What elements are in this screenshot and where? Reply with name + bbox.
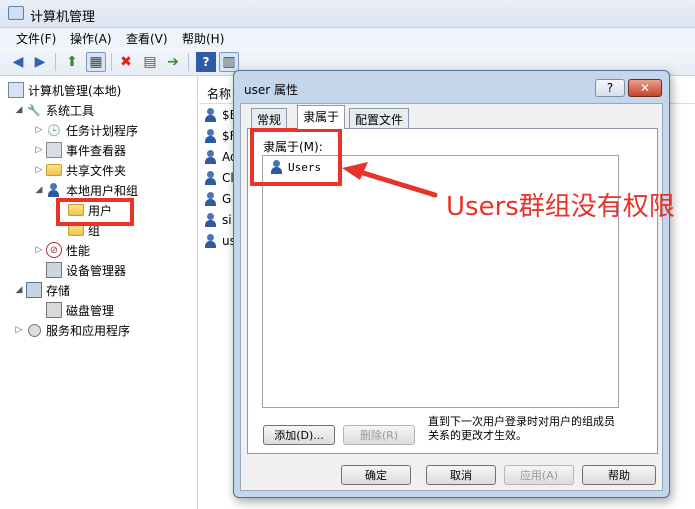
user-icon xyxy=(203,128,219,144)
tree-node-root[interactable]: 计算机管理(本地) xyxy=(8,81,121,99)
view-icon[interactable]: ▥ xyxy=(219,52,239,72)
tree-node-event-viewer[interactable]: ▷ 事件查看器 xyxy=(34,141,126,159)
device-manager-icon xyxy=(46,262,62,278)
tree-node-task-scheduler[interactable]: ▷ 🕒 任务计划程序 xyxy=(34,121,138,139)
user-icon xyxy=(203,212,219,228)
user-icon xyxy=(203,191,219,207)
dialog-help-button[interactable]: ? xyxy=(595,79,625,97)
user-icon xyxy=(203,107,219,123)
tree-node-label: 磁盘管理 xyxy=(66,303,115,318)
tree-node-system-tools[interactable]: ◢ 🔧 系统工具 xyxy=(14,101,94,119)
list-item-label: G xyxy=(222,192,232,206)
membership-note: 直到下一次用户登录时对用户的组成员关系的更改才生效。 xyxy=(428,415,615,442)
tree-node-label: 本地用户和组 xyxy=(66,183,139,198)
annotation-arrow-shaft xyxy=(357,169,438,198)
list-item[interactable]: $F xyxy=(203,127,237,145)
dialog-close-button[interactable]: ✕ xyxy=(628,79,662,97)
expanded-arrow-icon[interactable]: ◢ xyxy=(34,185,44,195)
dialog-title: user 属性 xyxy=(244,83,298,97)
computer-icon xyxy=(8,82,24,98)
tree-node-shared-folders[interactable]: ▷ 共享文件夹 xyxy=(34,161,126,179)
toolbar-divider xyxy=(188,53,189,71)
tree-node-services-apps[interactable]: ▷ 服务和应用程序 xyxy=(14,321,130,339)
tree-node-device-manager[interactable]: 设备管理器 xyxy=(46,261,126,279)
tree-node-label: 计算机管理(本地) xyxy=(28,83,122,98)
menu-action[interactable]: 操作(A) xyxy=(68,30,114,47)
remove-button[interactable]: 删除(R) xyxy=(343,425,415,445)
up-icon[interactable]: ⬆ xyxy=(62,52,82,72)
tree-node-label: 事件查看器 xyxy=(66,143,127,158)
cancel-button[interactable]: 取消 xyxy=(426,465,496,485)
tab-profile[interactable]: 配置文件 xyxy=(349,108,410,128)
list-item-label: si xyxy=(222,213,232,227)
help-icon[interactable]: ? xyxy=(196,52,216,72)
storage-icon xyxy=(26,282,42,298)
annotation-text: Users群组没有权限 xyxy=(446,192,675,222)
help-button[interactable]: 帮助 xyxy=(582,465,656,485)
show-hide-tree-icon[interactable]: ▦ xyxy=(86,52,106,72)
toolbar-divider xyxy=(111,53,112,71)
event-viewer-icon xyxy=(46,142,62,158)
computer-management-icon xyxy=(8,6,24,20)
menu-view[interactable]: 查看(V) xyxy=(124,30,170,47)
tree-node-label: 服务和应用程序 xyxy=(46,323,131,338)
window-title: 计算机管理 xyxy=(30,10,96,25)
annotation-box-users-node xyxy=(56,198,134,226)
collapsed-arrow-icon[interactable]: ▷ xyxy=(34,145,44,155)
tab-member-of[interactable]: 隶属于 xyxy=(297,105,346,129)
shared-folder-icon xyxy=(46,164,62,176)
properties-icon[interactable]: ▤ xyxy=(140,52,160,72)
services-icon xyxy=(27,323,41,337)
list-item[interactable]: si xyxy=(203,211,232,229)
tree-node-label: 设备管理器 xyxy=(66,263,127,278)
tools-icon: 🔧 xyxy=(27,103,41,117)
users-icon xyxy=(46,182,59,198)
menu-file[interactable]: 文件(F) xyxy=(14,30,58,47)
console-tree: 计算机管理(本地) ◢ 🔧 系统工具 ▷ 🕒 任务计划程序 ▷ 事件查看器 ▷ … xyxy=(0,76,198,509)
tree-node-label: 系统工具 xyxy=(46,103,95,118)
annotation-arrow xyxy=(342,162,438,198)
delete-icon[interactable]: ✖ xyxy=(116,52,136,72)
clock-icon: 🕒 xyxy=(47,123,61,137)
tree-node-label: 任务计划程序 xyxy=(66,123,139,138)
menu-help[interactable]: 帮助(H) xyxy=(180,30,226,47)
ok-button[interactable]: 确定 xyxy=(341,465,411,485)
list-item[interactable]: Cl xyxy=(203,169,234,187)
performance-icon: ⊘ xyxy=(46,242,62,258)
collapsed-arrow-icon[interactable]: ▷ xyxy=(34,165,44,175)
add-button[interactable]: 添加(D)... xyxy=(263,425,335,445)
list-item[interactable]: G xyxy=(203,190,231,208)
tab-general[interactable]: 常规 xyxy=(251,108,288,128)
collapsed-arrow-icon[interactable]: ▷ xyxy=(34,125,44,135)
disk-icon xyxy=(46,302,62,318)
collapsed-arrow-icon[interactable]: ▷ xyxy=(14,325,24,335)
user-icon xyxy=(203,170,219,186)
back-icon[interactable]: ◀ xyxy=(8,52,28,72)
list-item-label: Cl xyxy=(222,171,234,185)
list-item[interactable]: us xyxy=(203,232,236,250)
tree-node-disk-management[interactable]: 磁盘管理 xyxy=(46,301,114,319)
user-icon xyxy=(203,149,219,165)
tree-node-storage[interactable]: ◢ 存储 xyxy=(14,281,70,299)
tree-node-performance[interactable]: ▷ ⊘ 性能 xyxy=(34,241,90,259)
collapsed-arrow-icon[interactable]: ▷ xyxy=(34,245,44,255)
tree-node-label: 存储 xyxy=(46,283,71,298)
window-titlebar: 计算机管理 xyxy=(0,0,695,28)
apply-button[interactable]: 应用(A) xyxy=(504,465,574,485)
toolbar-divider xyxy=(55,53,56,71)
tree-node-local-users-groups[interactable]: ◢ 本地用户和组 xyxy=(34,181,138,199)
export-icon[interactable]: ➔ xyxy=(163,52,183,72)
user-icon xyxy=(203,233,219,249)
menu-bar: 文件(F) 操作(A) 查看(V) 帮助(H) xyxy=(0,28,695,48)
column-header-name[interactable]: 名称 xyxy=(207,85,231,102)
forward-icon[interactable]: ▶ xyxy=(30,52,50,72)
tree-node-label: 性能 xyxy=(66,243,91,258)
expanded-arrow-icon[interactable]: ◢ xyxy=(14,105,24,115)
annotation-box-memberof xyxy=(250,128,342,186)
expanded-arrow-icon[interactable]: ◢ xyxy=(14,285,24,295)
tree-node-label: 共享文件夹 xyxy=(66,163,127,178)
